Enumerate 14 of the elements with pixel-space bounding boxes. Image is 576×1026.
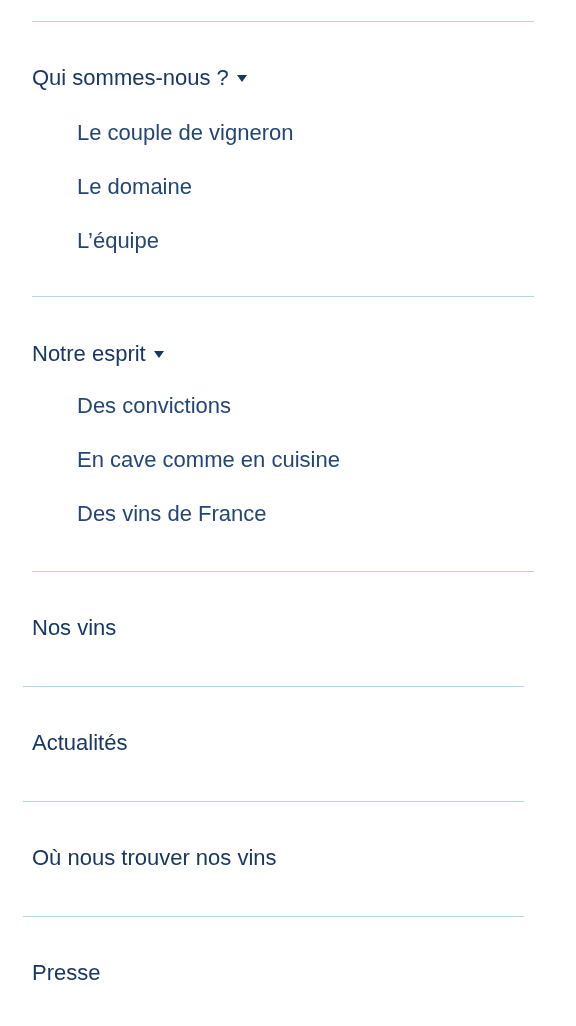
menu-link[interactable]: Presse [32, 959, 101, 987]
submenu-link[interactable]: Des vins de France [77, 500, 267, 528]
menu-link[interactable]: Nos vins [32, 614, 117, 642]
menu-link[interactable]: Actualités [32, 729, 128, 757]
menu-section-toggle[interactable]: Qui sommes-nous ? [32, 64, 247, 92]
submenu-link[interactable]: Des convictions [77, 392, 232, 420]
submenu-link[interactable]: Le domaine [77, 173, 192, 201]
submenu-link[interactable]: L’équipe [77, 227, 159, 255]
menu-link[interactable]: Où nous trouver nos vins [32, 844, 277, 872]
caret-icon [236, 74, 247, 82]
caret-icon [153, 350, 164, 358]
menu-section-toggle[interactable]: Notre esprit [32, 340, 164, 368]
submenu-link[interactable]: Le couple de vigneron [77, 119, 294, 147]
submenu-link[interactable]: En cave comme en cuisine [77, 446, 340, 474]
